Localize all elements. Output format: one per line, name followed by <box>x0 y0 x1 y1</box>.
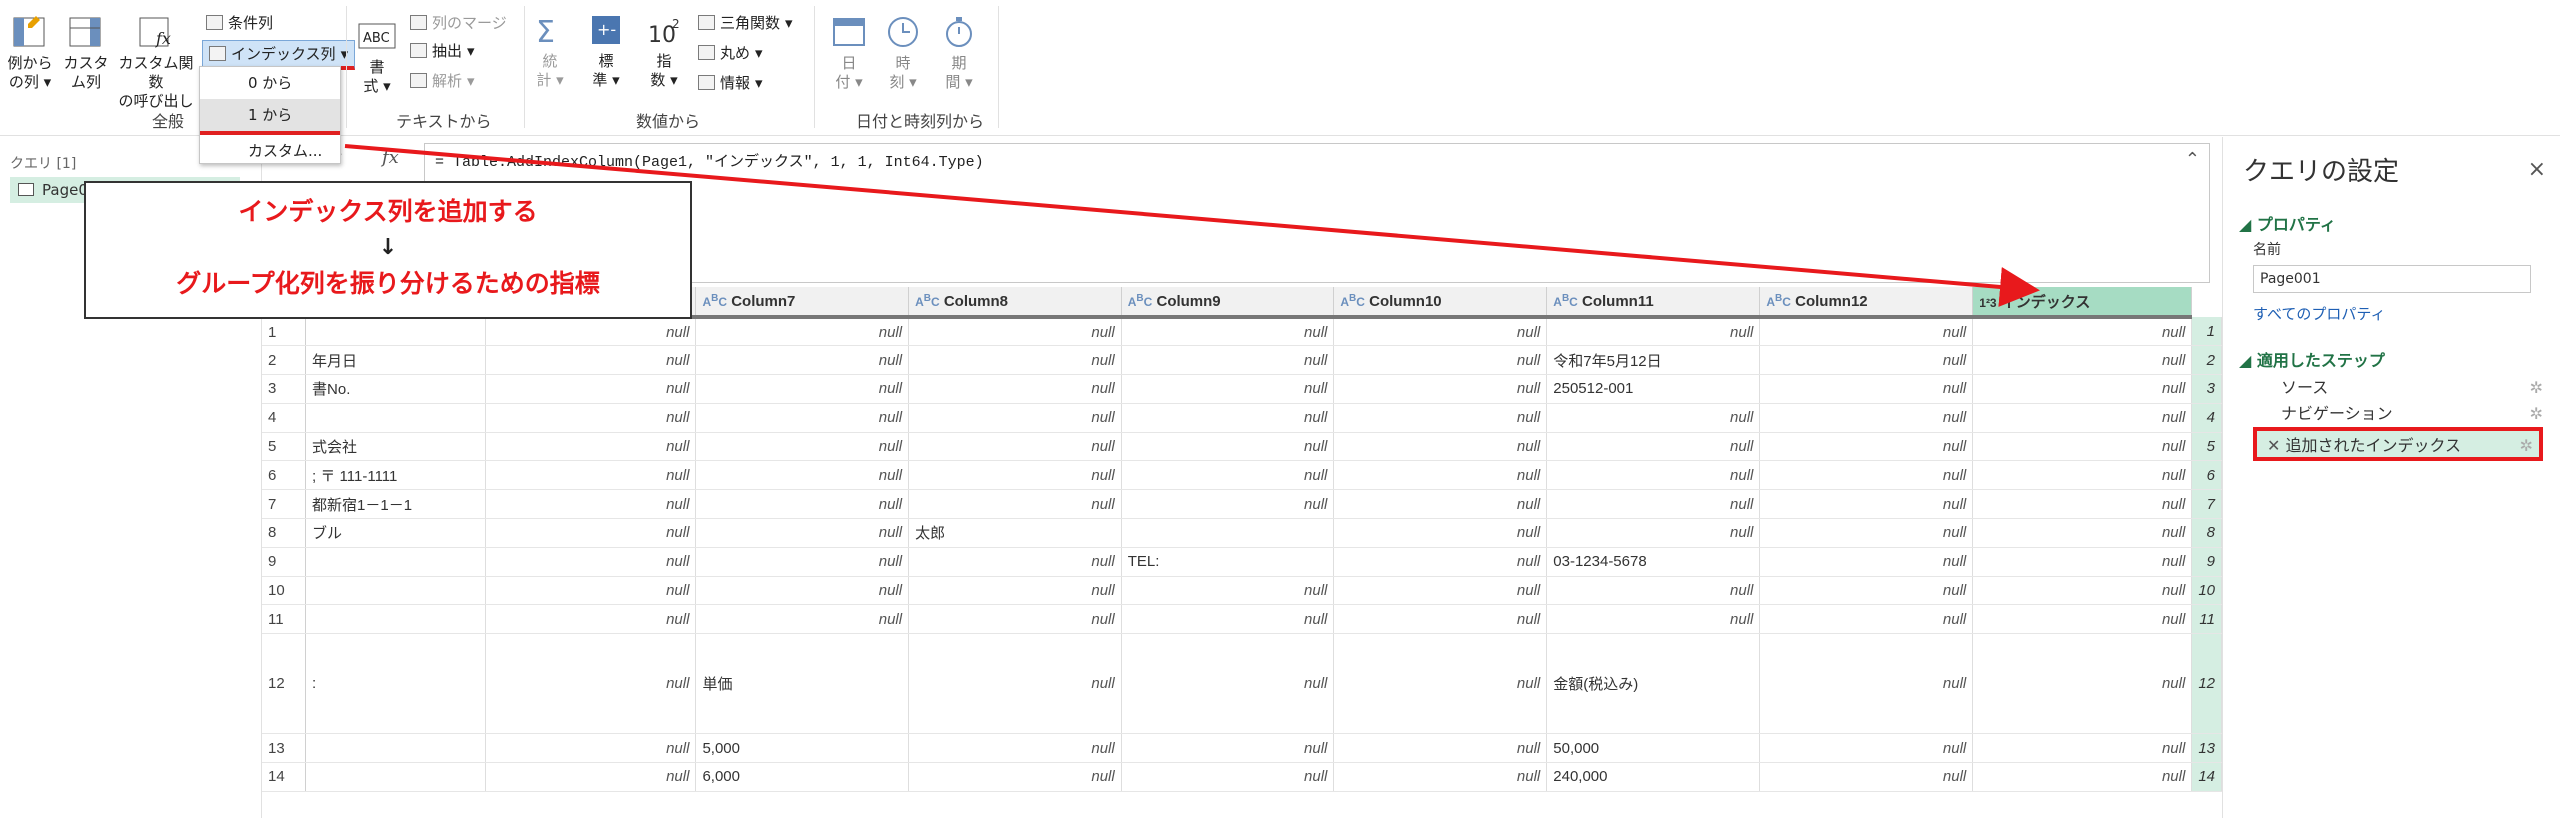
annotation-arrow <box>344 144 2040 307</box>
